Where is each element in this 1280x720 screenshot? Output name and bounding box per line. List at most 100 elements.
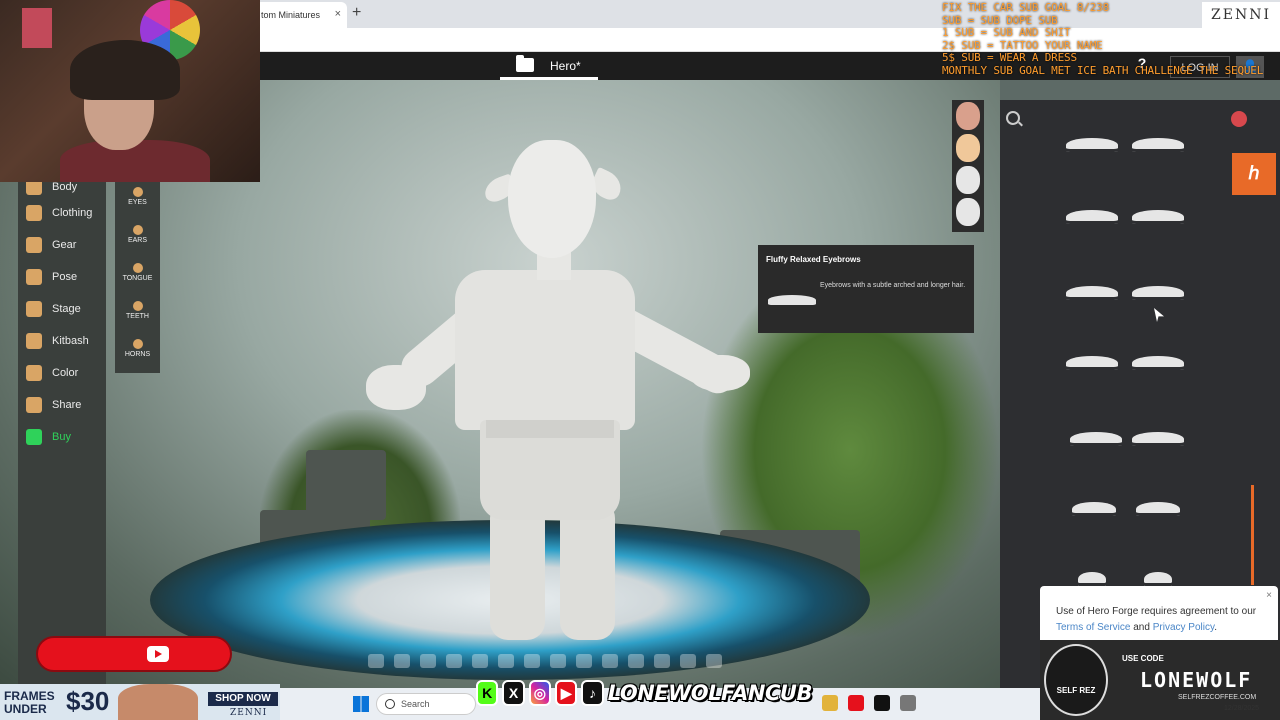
privacy-link[interactable]: Privacy Policy	[1153, 622, 1215, 633]
link-icon[interactable]	[1231, 111, 1247, 127]
sidebar-item-label: Kitbash	[52, 335, 89, 347]
palette-icon	[26, 365, 42, 381]
eye-icon	[132, 187, 143, 197]
kitbash-icon	[26, 333, 42, 349]
ad-headline: FRAMES UNDER	[4, 690, 55, 716]
heroforge-tab-button[interactable]: ℎ	[1232, 153, 1276, 195]
head-selector	[952, 100, 984, 232]
bluesky-icon[interactable]	[394, 654, 410, 668]
share-icon	[26, 397, 42, 413]
search-icon[interactable]	[1006, 111, 1020, 125]
subitem-teeth[interactable]: TEETH	[115, 301, 160, 320]
youtube-app-icon[interactable]	[848, 695, 864, 711]
eyebrow-option-hovered[interactable]	[1132, 286, 1184, 300]
sidebar-item-label: Color	[52, 367, 79, 379]
calendar-icon[interactable]	[550, 654, 566, 668]
cart-icon	[26, 429, 42, 445]
tools-icon[interactable]	[706, 654, 722, 668]
youtube-banner	[36, 636, 232, 672]
store-icon[interactable]	[822, 695, 838, 711]
sidebar-item-buy[interactable]: Buy	[26, 429, 71, 445]
head-thumbnail[interactable]	[956, 198, 980, 226]
subitem-horns[interactable]: HORNS	[115, 339, 160, 358]
reddit-icon[interactable]	[498, 654, 514, 668]
head-thumbnail-selected[interactable]	[956, 134, 980, 162]
eyebrow-option[interactable]	[1066, 286, 1118, 300]
eyebrow-option[interactable]	[1132, 138, 1184, 152]
taskbar-date: 12/28/2025	[1224, 705, 1260, 712]
eyebrow-option[interactable]	[1132, 210, 1184, 224]
sidebar-item-kitbash[interactable]: Kitbash	[26, 333, 89, 349]
app-icon[interactable]	[900, 695, 916, 711]
hero-title: Hero*	[550, 59, 581, 73]
sidebar-item-clothing[interactable]: Clothing	[26, 205, 92, 221]
tab-close-button[interactable]: ×	[335, 8, 341, 20]
channel-banner: K X ◎ ▶ ♪ LONEWOLFANCUB	[476, 678, 812, 708]
instagram-icon[interactable]	[420, 654, 436, 668]
teeth-icon	[132, 301, 143, 311]
windows-start-icon[interactable]	[353, 696, 369, 712]
sidebar-item-label: Stage	[52, 303, 81, 315]
netflix-icon[interactable]	[874, 695, 890, 711]
subitem-label: TONGUE	[122, 275, 153, 282]
eyebrow-option[interactable]	[1066, 356, 1118, 370]
tongue-icon	[132, 263, 143, 273]
close-icon[interactable]: ×	[1266, 588, 1272, 604]
subitem-ears[interactable]: EARS	[115, 225, 160, 244]
sidebar-item-label: Clothing	[52, 207, 93, 219]
subitem-tongue[interactable]: TONGUE	[115, 263, 160, 282]
sub-goal-line: 5$ SUB = WEAR A DRESS	[942, 51, 1077, 64]
tab-title: tom Miniatures	[261, 10, 321, 20]
browser-tab[interactable]: tom Miniatures ×	[255, 2, 347, 28]
twitch-icon[interactable]	[524, 654, 540, 668]
bug-icon[interactable]	[602, 654, 618, 668]
eyebrow-option[interactable]	[1066, 210, 1118, 224]
sub-goal-line: MONTHLY SUB GOAL MET ICE BATH CHALLENGE …	[942, 63, 1264, 77]
ear-icon	[132, 225, 143, 235]
facebook-icon[interactable]	[368, 654, 384, 668]
tooltip-title: Fluffy Relaxed Eyebrows	[766, 255, 861, 264]
share-icon[interactable]	[654, 654, 670, 668]
head-thumbnail[interactable]	[956, 102, 980, 130]
sidebar-item-label: Gear	[52, 239, 77, 251]
panel-scrollbar[interactable]	[1251, 485, 1254, 585]
eyebrow-option[interactable]	[1136, 502, 1180, 516]
figure-rope-belt	[486, 420, 614, 438]
eyebrow-option[interactable]	[1078, 572, 1106, 586]
sword-icon	[26, 237, 42, 253]
new-tab-button[interactable]: +	[352, 4, 361, 22]
eyebrow-option[interactable]	[1070, 432, 1122, 446]
subitem-label: HORNS	[124, 351, 151, 358]
figure-hand-left	[366, 365, 426, 410]
category-sidebar: Body Clothing Gear Pose Stage Kitbash Co…	[18, 175, 106, 685]
head-thumbnail[interactable]	[956, 166, 980, 194]
gift-icon[interactable]	[680, 654, 696, 668]
subitem-eyes[interactable]: EYES	[115, 187, 160, 206]
sidebar-item-stage[interactable]: Stage	[26, 301, 81, 317]
sidebar-item-color[interactable]: Color	[26, 365, 78, 381]
youtube-icon[interactable]	[446, 654, 462, 668]
tooltip-description: Eyebrows with a subtle arched and longer…	[820, 282, 966, 289]
eyebrow-option[interactable]	[1132, 432, 1184, 446]
discord-icon[interactable]	[472, 654, 488, 668]
mail-icon[interactable]	[576, 654, 592, 668]
subitem-label: EYES	[128, 199, 147, 206]
eyebrow-option[interactable]	[1132, 356, 1184, 370]
sidebar-item-share[interactable]: Share	[26, 397, 81, 413]
settings-icon[interactable]	[628, 654, 644, 668]
subitem-label: TEETH	[126, 313, 149, 320]
eyebrow-tooltip: Fluffy Relaxed Eyebrows Eyebrows with a …	[758, 245, 974, 333]
terms-link[interactable]: Terms of Service	[1056, 622, 1130, 633]
kick-icon: K	[476, 680, 499, 706]
sidebar-item-gear[interactable]: Gear	[26, 237, 76, 253]
eyebrow-option[interactable]	[1066, 138, 1118, 152]
sidebar-item-pose[interactable]: Pose	[26, 269, 77, 285]
taskbar-search[interactable]: Search	[376, 693, 476, 715]
folder-icon[interactable]	[516, 55, 534, 72]
figure-hand-right	[690, 355, 750, 391]
sponsor-url: SELFREZCOFFEE.COM	[1178, 694, 1257, 701]
ad-line: UNDER	[4, 702, 47, 716]
eyebrow-option[interactable]	[1144, 572, 1172, 586]
eyebrow-option[interactable]	[1072, 502, 1116, 516]
social-links-strip	[368, 654, 722, 668]
